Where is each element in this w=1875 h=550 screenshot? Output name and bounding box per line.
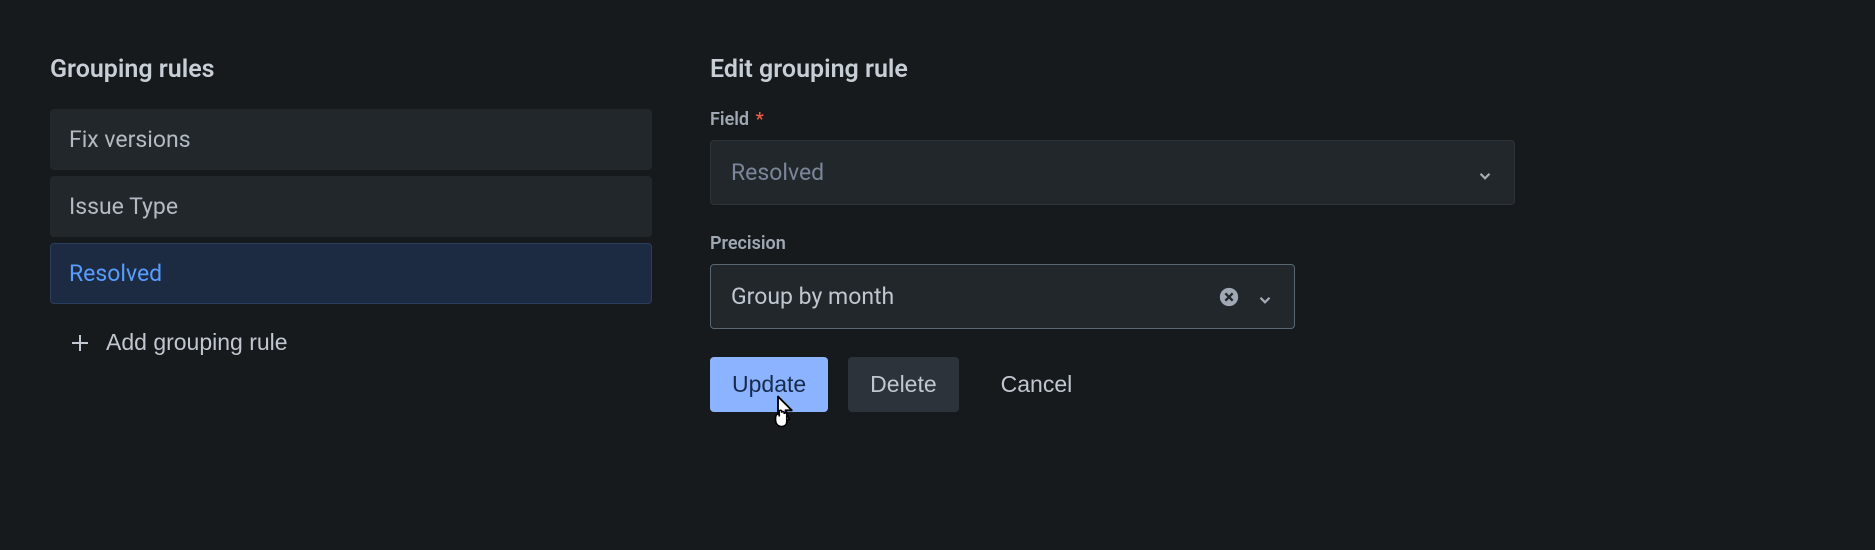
rule-item-fix-versions[interactable]: Fix versions: [50, 109, 652, 170]
precision-controls: [1218, 286, 1274, 308]
precision-select[interactable]: Group by month: [710, 264, 1295, 329]
field-label-text: Field: [710, 109, 749, 130]
grouping-rules-title: Grouping rules: [50, 55, 700, 84]
rule-item-resolved[interactable]: Resolved: [50, 243, 652, 304]
precision-select-value: Group by month: [731, 283, 894, 310]
required-marker: *: [756, 109, 764, 130]
cancel-button[interactable]: Cancel: [979, 357, 1095, 412]
clear-icon[interactable]: [1218, 286, 1240, 308]
rule-item-issue-type[interactable]: Issue Type: [50, 176, 652, 237]
button-row: Update Delete Cancel: [710, 357, 1530, 412]
delete-button[interactable]: Delete: [848, 357, 958, 412]
field-group-field: Field * Resolved: [710, 109, 1530, 205]
precision-label: Precision: [710, 233, 1530, 254]
chevron-down-icon[interactable]: [1256, 288, 1274, 306]
rule-list: Fix versions Issue Type Resolved: [50, 109, 700, 304]
field-label: Field *: [710, 109, 1530, 130]
update-button[interactable]: Update: [710, 357, 828, 412]
add-grouping-rule-label: Add grouping rule: [106, 329, 288, 356]
field-select-value: Resolved: [731, 159, 824, 186]
edit-rule-panel: Edit grouping rule Field * Resolved Prec…: [710, 55, 1530, 495]
add-grouping-rule-button[interactable]: Add grouping rule: [50, 304, 306, 356]
edit-rule-title: Edit grouping rule: [710, 55, 1530, 84]
field-select[interactable]: Resolved: [710, 140, 1515, 205]
grouping-rules-panel: Grouping rules Fix versions Issue Type R…: [50, 55, 700, 495]
plus-icon: [68, 331, 92, 355]
field-group-precision: Precision Group by month: [710, 233, 1530, 329]
chevron-down-icon: [1476, 164, 1494, 182]
